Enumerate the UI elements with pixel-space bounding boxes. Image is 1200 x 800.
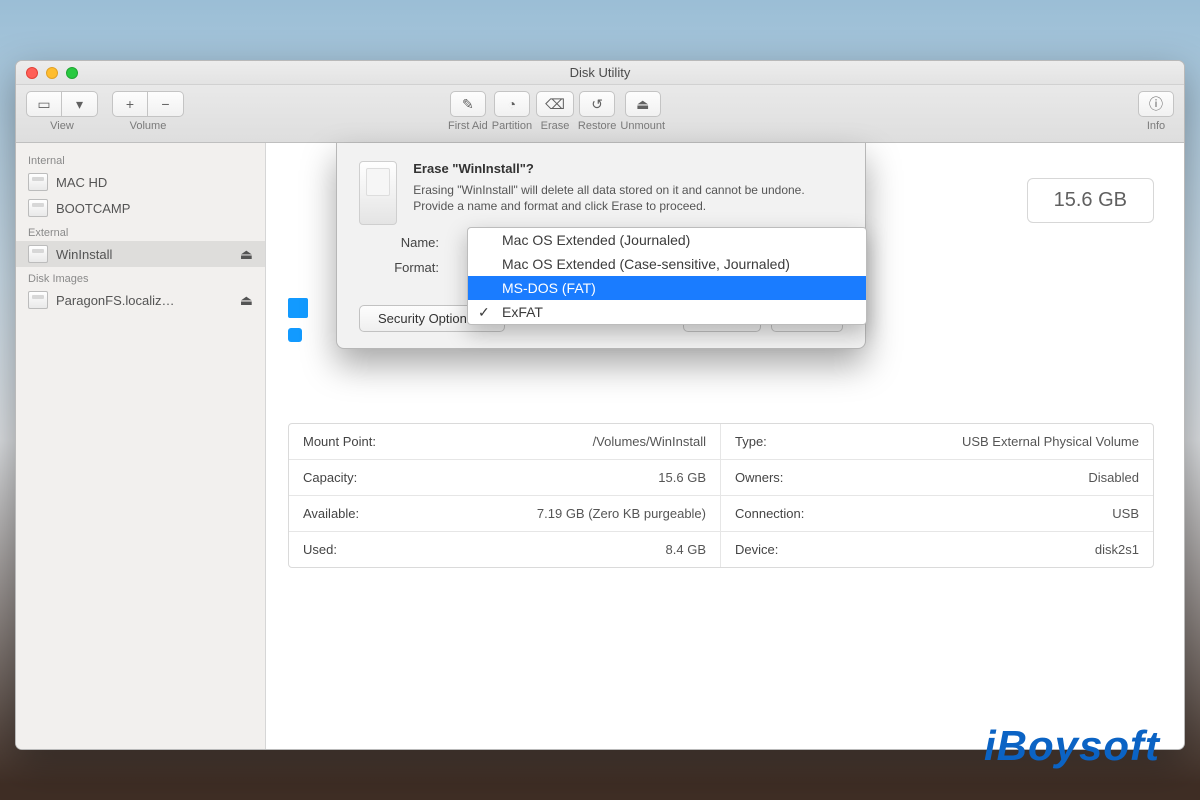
disk-utility-window: Disk Utility ▭ ▾ View + − Volume ✎ First … (15, 60, 1185, 750)
titlebar[interactable]: Disk Utility (16, 61, 1184, 85)
content: Internal MAC HD BOOTCAMP External WinIns… (16, 143, 1184, 749)
info-key: Used: (303, 542, 337, 557)
info-button[interactable]: ⓘ (1138, 91, 1174, 117)
sheet-body: Erasing "WinInstall" will delete all dat… (413, 182, 843, 214)
info-key: Capacity: (303, 470, 357, 485)
dropdown-option-selected[interactable]: MS-DOS (FAT) (468, 276, 866, 300)
dropdown-option[interactable]: ✓ ExFAT (468, 300, 866, 324)
info-value: 15.6 GB (658, 470, 706, 485)
disk-icon (28, 173, 48, 191)
restore-label: Restore (578, 120, 617, 132)
format-dropdown[interactable]: Mac OS Extended (Journaled) Mac OS Exten… (467, 227, 867, 325)
info-value: 7.19 GB (Zero KB purgeable) (537, 506, 706, 521)
info-cell: Connection: USB (721, 496, 1153, 532)
usage-bar-segment (288, 298, 308, 318)
disk-icon (28, 245, 48, 263)
disk-icon (28, 199, 48, 217)
name-label: Name: (359, 235, 439, 250)
sidebar-toggle-button[interactable]: ▭ (26, 91, 62, 117)
window-title: Disk Utility (16, 65, 1184, 80)
sheet-heading: Erase "WinInstall"? (413, 161, 843, 176)
dropdown-option[interactable]: Mac OS Extended (Journaled) (468, 228, 866, 252)
dropdown-option-label: ExFAT (502, 304, 543, 320)
info-value: /Volumes/WinInstall (593, 434, 706, 449)
info-cell: Owners: Disabled (721, 460, 1153, 496)
unmount-label: Unmount (620, 120, 665, 132)
info-cell: Device: disk2s1 (721, 532, 1153, 567)
info-value: USB (1112, 506, 1139, 521)
info-cell: Available: 7.19 GB (Zero KB purgeable) (289, 496, 721, 532)
main-panel: 15.6 GB Erase "WinInstall"? Erasing "Win… (266, 143, 1184, 749)
sidebar-item-label: ParagonFS.localiz… (56, 293, 175, 308)
sidebar: Internal MAC HD BOOTCAMP External WinIns… (16, 143, 266, 749)
info-cell: Type: USB External Physical Volume (721, 424, 1153, 460)
sidebar-head-external: External (16, 221, 265, 241)
info-label: Info (1147, 120, 1165, 132)
info-key: Owners: (735, 470, 783, 485)
sidebar-item-wininstall[interactable]: WinInstall ⏏ (16, 241, 265, 267)
info-key: Device: (735, 542, 778, 557)
erase-label: Erase (541, 120, 570, 132)
first-aid-label: First Aid (448, 120, 488, 132)
format-label: Format: (359, 260, 439, 275)
check-icon: ✓ (478, 304, 490, 321)
disk-icon (28, 291, 48, 309)
sidebar-head-internal: Internal (16, 149, 265, 169)
info-key: Mount Point: (303, 434, 376, 449)
sidebar-item-label: BOOTCAMP (56, 201, 130, 216)
volume-info-table: Mount Point: /Volumes/WinInstall Type: USB… (288, 423, 1154, 568)
sidebar-head-images: Disk Images (16, 267, 265, 287)
volume-add-button[interactable]: + (112, 91, 148, 117)
volume-label: Volume (130, 120, 167, 132)
info-key: Available: (303, 506, 359, 521)
volume-remove-button[interactable]: − (148, 91, 184, 117)
drive-icon (359, 161, 397, 225)
sidebar-item-label: WinInstall (56, 247, 112, 262)
view-label: View (50, 120, 74, 132)
dropdown-option[interactable]: Mac OS Extended (Case-sensitive, Journal… (468, 252, 866, 276)
erase-sheet: Erase "WinInstall"? Erasing "WinInstall"… (336, 143, 866, 349)
info-key: Type: (735, 434, 767, 449)
info-cell: Used: 8.4 GB (289, 532, 721, 567)
sidebar-item-bootcamp[interactable]: BOOTCAMP (16, 195, 265, 221)
unmount-button[interactable]: ⏏ (625, 91, 661, 117)
partition-label: Partition (492, 120, 532, 132)
erase-button[interactable]: ⌫ (536, 91, 574, 117)
info-value: Disabled (1088, 470, 1139, 485)
info-cell: Mount Point: /Volumes/WinInstall (289, 424, 721, 460)
eject-icon[interactable]: ⏏ (240, 246, 253, 263)
usage-legend-dot (288, 328, 302, 342)
eject-icon[interactable]: ⏏ (240, 292, 253, 309)
first-aid-button[interactable]: ✎ (450, 91, 486, 117)
info-cell: Capacity: 15.6 GB (289, 460, 721, 496)
restore-button[interactable]: ↺ (579, 91, 615, 117)
info-value: disk2s1 (1095, 542, 1139, 557)
sidebar-item-paragonfs[interactable]: ParagonFS.localiz… ⏏ (16, 287, 265, 313)
info-value: USB External Physical Volume (962, 434, 1139, 449)
partition-button[interactable]: ◔ (494, 91, 530, 117)
toolbar: ▭ ▾ View + − Volume ✎ First Aid ◔ Partitio… (16, 85, 1184, 143)
sidebar-item-mac-hd[interactable]: MAC HD (16, 169, 265, 195)
watermark-logo: iBoysoft (984, 722, 1160, 770)
sidebar-item-label: MAC HD (56, 175, 107, 190)
info-key: Connection: (735, 506, 804, 521)
info-value: 8.4 GB (666, 542, 706, 557)
view-menu-button[interactable]: ▾ (62, 91, 98, 117)
size-badge: 15.6 GB (1027, 178, 1154, 223)
